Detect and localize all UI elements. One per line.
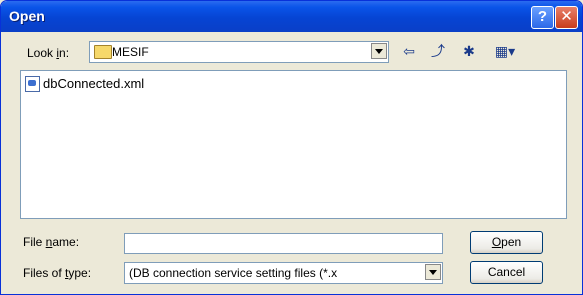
files-of-type-value: (DB connection service setting files (*.…	[129, 266, 338, 280]
look-in-value: MESIF	[112, 45, 149, 59]
help-button[interactable]: ?	[531, 6, 554, 29]
folder-icon	[94, 45, 112, 59]
open-dialog: Open ? ✕ Look in: MESIF ⇦ ⤴ ✱ ▦▾ dbConne…	[0, 0, 583, 295]
new-folder-icon[interactable]: ✱	[460, 42, 478, 60]
files-of-type-dropdown[interactable]: (DB connection service setting files (*.…	[124, 262, 443, 284]
file-name-input[interactable]	[124, 233, 443, 254]
cancel-button[interactable]: Cancel	[470, 261, 543, 284]
view-menu-icon[interactable]: ▦▾	[490, 42, 520, 60]
file-list[interactable]: dbConnected.xml	[20, 70, 567, 219]
open-button[interactable]: Open	[470, 231, 543, 254]
back-icon[interactable]: ⇦	[400, 42, 418, 60]
file-name-text: dbConnected.xml	[43, 76, 145, 91]
file-name-label: File name:	[23, 235, 80, 249]
look-in-dropdown[interactable]: MESIF	[89, 41, 389, 63]
title-bar: Open ? ✕	[1, 1, 582, 32]
up-folder-icon[interactable]: ⤴	[429, 42, 447, 60]
chevron-down-icon[interactable]	[425, 264, 441, 280]
files-of-type-label: Files of type:	[23, 266, 92, 280]
dialog-title: Open	[9, 8, 45, 24]
xml-file-icon	[25, 76, 40, 92]
look-in-label: Look in:	[27, 46, 70, 60]
close-button[interactable]: ✕	[555, 6, 578, 29]
chevron-down-icon[interactable]	[371, 43, 387, 59]
